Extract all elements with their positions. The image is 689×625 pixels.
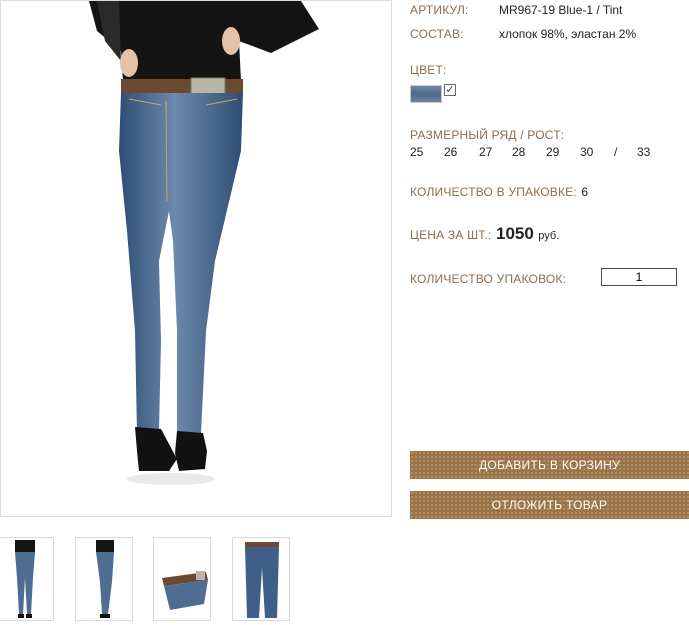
size-item: 29 bbox=[546, 145, 560, 159]
price-currency: руб. bbox=[538, 230, 560, 242]
price-value: 1050 bbox=[496, 224, 534, 243]
composition-value: хлопок 98%, эластан 2% bbox=[499, 27, 637, 41]
pack-qty-value: 6 bbox=[581, 185, 589, 199]
size-item: 30 bbox=[580, 145, 594, 159]
packs-label: КОЛИЧЕСТВО УПАКОВОК: bbox=[410, 272, 567, 286]
packs-quantity-input[interactable] bbox=[601, 268, 677, 286]
color-label: ЦВЕТ: bbox=[410, 63, 447, 77]
thumbnail-waist-detail[interactable] bbox=[153, 537, 211, 621]
size-item: 27 bbox=[479, 145, 493, 159]
size-item: 26 bbox=[444, 145, 458, 159]
price-label: ЦЕНА ЗА ШТ.: bbox=[410, 228, 492, 242]
composition-label: СОСТАВ: bbox=[410, 27, 464, 41]
size-item: 25 bbox=[410, 145, 424, 159]
sizes-label: РАЗМЕРНЫЙ РЯД / РОСТ: bbox=[410, 128, 565, 142]
color-swatch[interactable] bbox=[410, 85, 442, 103]
thumbnail-flat-lay[interactable] bbox=[232, 537, 290, 621]
main-product-photo[interactable] bbox=[0, 0, 392, 517]
size-item: 28 bbox=[512, 145, 526, 159]
add-to-cart-button[interactable]: ДОБАВИТЬ В КОРЗИНУ bbox=[410, 451, 689, 479]
article-label: АРТИКУЛ: bbox=[410, 3, 469, 17]
thumbnail-front-view[interactable] bbox=[0, 537, 54, 621]
size-list: 25 26 27 28 29 30 / 33 bbox=[410, 145, 670, 161]
size-item: 33 bbox=[637, 145, 651, 159]
save-item-button[interactable]: ОТЛОЖИТЬ ТОВАР bbox=[410, 491, 689, 519]
pack-qty-label: КОЛИЧЕСТВО В УПАКОВКЕ: bbox=[410, 185, 577, 199]
size-separator: / bbox=[614, 145, 618, 159]
article-value: MR967-19 Blue-1 / Tint bbox=[499, 3, 623, 17]
thumbnail-side-view[interactable] bbox=[75, 537, 133, 621]
color-checkbox[interactable]: ✓ bbox=[444, 84, 456, 96]
